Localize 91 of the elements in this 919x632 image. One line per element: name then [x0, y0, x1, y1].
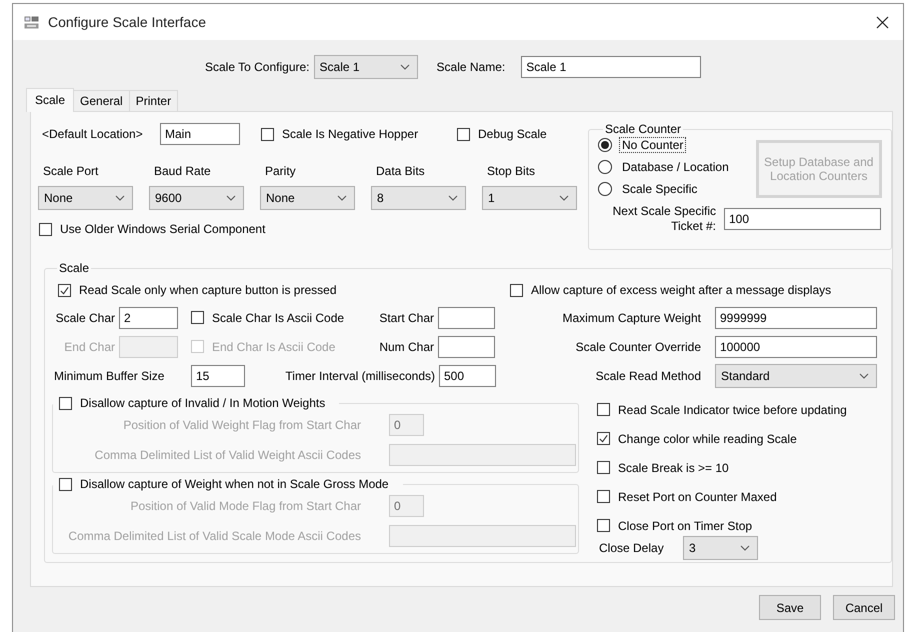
text-field[interactable]: Scale 1: [521, 56, 702, 78]
field-label: Scale Char: [54, 310, 116, 324]
dialog-button[interactable]: Cancel: [833, 595, 895, 620]
field-label: Comma Delimited List of Valid Weight Ascii Codes: [94, 448, 362, 462]
checkbox[interactable]: [597, 490, 610, 503]
checkbox-label: Use Older Windows Serial Component: [60, 222, 266, 236]
field-label: Close Delay: [598, 541, 665, 555]
field-label: Scale Name:: [436, 60, 506, 74]
field-label: Scale To Configure:: [205, 60, 310, 74]
field-label: Scale Counter Override: [574, 340, 701, 354]
checkbox-label: Change color while reading Scale: [618, 432, 797, 446]
checkbox[interactable]: [191, 311, 204, 324]
dropdown[interactable]: None: [38, 186, 133, 210]
text-field[interactable]: [438, 306, 495, 328]
radio-button[interactable]: [598, 160, 612, 174]
dropdown[interactable]: 3: [683, 536, 758, 560]
checkbox-label: End Char Is Ascii Code: [212, 340, 336, 354]
chevron-down-icon: [859, 372, 869, 378]
checkbox[interactable]: [261, 128, 274, 140]
checkbox-label: Reset Port on Counter Maxed: [618, 490, 777, 504]
text-field[interactable]: Main: [160, 123, 240, 145]
chevron-down-icon: [740, 545, 750, 551]
checkbox[interactable]: [58, 284, 71, 296]
field-label: Minimum Buffer Size: [53, 368, 166, 382]
chevron-down-icon: [337, 195, 347, 201]
text-field[interactable]: 100000: [715, 336, 877, 358]
checkbox-label: Scale Break is >= 10: [618, 460, 729, 474]
text-field[interactable]: 9999999: [715, 306, 877, 328]
chevron-down-icon: [400, 64, 410, 70]
group-title: Scale: [58, 261, 90, 275]
chevron-down-icon: [115, 195, 125, 201]
field-label: Baud Rate: [153, 164, 212, 180]
app-icon: [24, 15, 39, 29]
dialog-button[interactable]: Save: [759, 595, 821, 620]
text-field[interactable]: [438, 336, 495, 358]
checkbox[interactable]: [59, 478, 72, 490]
checkbox[interactable]: [457, 128, 470, 140]
dropdown[interactable]: 8: [371, 186, 466, 210]
chevron-down-icon: [448, 195, 458, 201]
text-field[interactable]: 100: [724, 208, 881, 230]
field-label: Stop Bits: [486, 164, 536, 180]
checkbox[interactable]: [597, 519, 610, 532]
field-label: Start Char: [378, 310, 435, 324]
field-label: <Default Location>: [41, 127, 144, 141]
checkbox[interactable]: [597, 403, 610, 416]
radio-button[interactable]: [598, 138, 612, 152]
field-label: Parity: [264, 164, 297, 180]
text-field[interactable]: 500: [439, 364, 496, 386]
field-label: Data Bits: [375, 164, 426, 180]
tab[interactable]: Printer: [128, 90, 178, 111]
dropdown[interactable]: 1: [482, 186, 577, 210]
field-label: Comma Delimited List of Valid Scale Mode Ascii Codes: [67, 529, 362, 543]
checkbox-label: Scale Char Is Ascii Code: [212, 310, 344, 324]
checkbox[interactable]: [510, 284, 523, 296]
checkbox-label: Allow capture of excess weight after a message displays: [531, 283, 832, 297]
dropdown[interactable]: Scale 1: [314, 55, 418, 79]
field-label: End Char: [63, 340, 116, 354]
checkbox-label: Read Scale only when capture button is pressed: [79, 283, 336, 297]
close-icon[interactable]: [876, 16, 889, 28]
dropdown[interactable]: None: [260, 186, 355, 210]
radio-button[interactable]: [598, 182, 612, 196]
field-label: Num Char: [378, 340, 435, 354]
checkbox[interactable]: [597, 432, 610, 445]
field-label: Scale Read Method: [594, 368, 701, 382]
checkbox-label: Read Scale Indicator twice before updating: [618, 402, 847, 416]
checkbox-label: Disallow capture of Invalid / In Motion Weights: [80, 396, 326, 410]
text-field[interactable]: 2: [119, 306, 178, 328]
group-title: Scale Counter: [604, 122, 682, 136]
field-label: Position of Valid Mode Flag from Start Char: [129, 499, 362, 513]
tab[interactable]: Scale: [26, 88, 74, 112]
chevron-down-icon: [226, 195, 236, 201]
checkbox[interactable]: [597, 461, 610, 474]
chevron-down-icon: [559, 195, 569, 201]
field-label: Scale Port: [42, 164, 100, 180]
field-label: Position of Valid Weight Flag from Start Char: [122, 418, 362, 432]
checkbox-label: Disallow capture of Weight when not in Scale Gross Mode: [80, 477, 389, 491]
checkbox-label: Scale Is Negative Hopper: [282, 127, 418, 141]
radio-label: No Counter: [619, 137, 686, 153]
checkbox-label: Debug Scale: [478, 127, 547, 141]
checkbox[interactable]: [59, 396, 72, 410]
field-label: Timer Interval (milliseconds): [284, 368, 436, 382]
checkbox[interactable]: [39, 222, 52, 236]
text-field[interactable]: 15: [191, 364, 245, 386]
dropdown[interactable]: 9600: [149, 186, 244, 210]
radio-label: Scale Specific: [621, 181, 698, 197]
checkbox-label: Close Port on Timer Stop: [618, 518, 752, 532]
field-label: Maximum Capture Weight: [562, 310, 701, 324]
radio-label: Database / Location: [621, 159, 730, 175]
dropdown[interactable]: Standard: [715, 364, 877, 388]
field-label: Next Scale Specific Ticket #:: [612, 204, 717, 234]
window-title: Configure Scale Interface: [48, 14, 206, 30]
